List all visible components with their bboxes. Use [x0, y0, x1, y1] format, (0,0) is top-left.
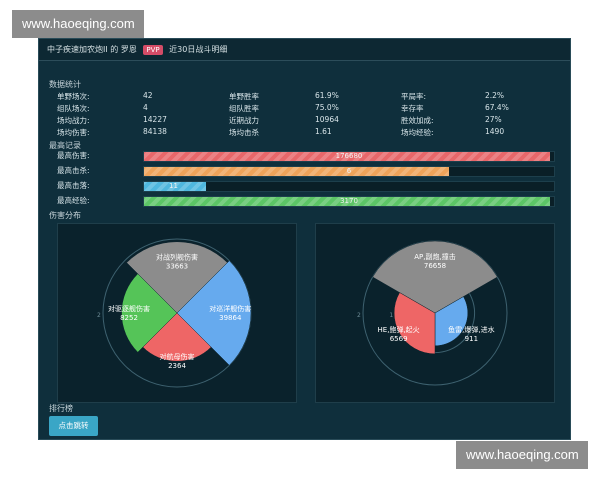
stat-value: 4 — [143, 103, 148, 112]
ranking-jump-button[interactable]: 点击跳转 — [49, 416, 98, 436]
damage-by-type-chart: 1 2 AP,副炮,撞击 76658 鱼雷,爆弹,进水 911 HE,鲍弹,起火 6569 — [315, 223, 555, 403]
record-bar-value: 6 — [346, 167, 352, 175]
stat-value: 2.2% — [485, 91, 505, 100]
stat-label: 胜效加成: — [401, 116, 434, 125]
damage-by-target-svg: 12对战列舰伤害33663对巡洋舰伤害39864对航母伤害2364对驱逐舰伤害8… — [97, 238, 252, 388]
record-bar-value: 11 — [169, 182, 178, 190]
stat-label: 幸存率 — [401, 104, 424, 113]
stats-row: 单野场次: 42 单野胜率 61.9% 平局率: 2.2% — [57, 91, 557, 103]
record-label: 最高击落: — [57, 181, 90, 190]
stat-value: 42 — [143, 91, 153, 100]
slice-value-label: 2364 — [168, 362, 186, 370]
stat-value: 61.9% — [315, 91, 339, 100]
panel-header: 中子疾速加农炮II 的 罗恩 PVP 近30日战斗明细 — [39, 39, 570, 61]
record-bar-track: 176680 — [143, 151, 555, 162]
stat-value: 10964 — [315, 115, 339, 124]
slice-value-label: 39864 — [219, 314, 242, 322]
ring-tick-label: 1 — [389, 312, 393, 319]
stats-row: 场均伤害: 84138 场均击杀 1.61 场均经验: 1490 — [57, 127, 557, 139]
stat-label: 场均伤害: — [57, 128, 90, 137]
rose-slice[interactable] — [372, 240, 498, 314]
stat-label: 单野胜率 — [229, 92, 259, 101]
player-name: 中子疾速加农炮II — [47, 45, 108, 54]
stat-value: 67.4% — [485, 103, 509, 112]
period-label: 近30日战斗明细 — [169, 45, 228, 54]
record-row-kills: 最高击杀: 6 — [57, 165, 557, 177]
hero-name: 罗恩 — [120, 45, 137, 54]
slice-name-label: HE,鲍弹,起火 — [378, 325, 420, 334]
record-row-shotdown: 最高击落: 11 — [57, 180, 557, 192]
slice-name-label: AP,副炮,撞击 — [414, 252, 455, 261]
record-bar-value: 3170 — [340, 197, 358, 205]
stat-label: 组队场次: — [57, 104, 90, 113]
stat-value: 14227 — [143, 115, 167, 124]
stat-label: 场均击杀 — [229, 128, 259, 137]
slice-name-label: 对巡洋舰伤害 — [209, 304, 251, 313]
record-label: 最高经验: — [57, 196, 90, 205]
record-label: 最高击杀: — [57, 166, 90, 175]
ring-tick-label: 2 — [97, 312, 101, 319]
watermark-bottom: www.haoeqing.com — [456, 441, 588, 469]
stat-value: 1.61 — [315, 127, 332, 136]
record-label: 最高伤害: — [57, 151, 90, 160]
stat-value: 1490 — [485, 127, 505, 136]
record-bar-track: 6 — [143, 166, 555, 177]
section-title-ranking: 排行榜 — [49, 404, 73, 413]
slice-name-label: 对驱逐舰伤害 — [108, 304, 150, 313]
record-bar-track: 11 — [143, 181, 555, 192]
stat-label: 平局率: — [401, 92, 427, 101]
slice-value-label: 6569 — [390, 335, 408, 343]
record-bar-track: 3170 — [143, 196, 555, 207]
section-title-stats: 数据统计 — [49, 80, 81, 89]
stat-label: 场均经验: — [401, 128, 434, 137]
stat-value: 75.0% — [315, 103, 339, 112]
section-title-damage: 伤害分布 — [49, 211, 81, 220]
ring-tick-label: 2 — [357, 312, 361, 319]
damage-by-type-svg: 1 2 AP,副炮,撞击76658 鱼雷,爆弹,进水911 HE,鲍弹,起火6569 — [357, 240, 508, 386]
slice-name-label: 对战列舰伤害 — [156, 253, 198, 262]
stat-label: 单野场次: — [57, 92, 90, 101]
slice-value-label: 76658 — [424, 262, 446, 270]
stat-label: 组队胜率 — [229, 104, 259, 113]
slice-name-label: 鱼雷,爆弹,进水 — [448, 325, 494, 334]
stats-table: 单野场次: 42 单野胜率 61.9% 平局率: 2.2% 组队场次: 4 组队… — [57, 91, 557, 139]
mode-badge: PVP — [143, 45, 163, 55]
stat-value: 27% — [485, 115, 502, 124]
record-row-damage: 最高伤害: 176680 — [57, 150, 557, 162]
record-bar-value: 176680 — [335, 152, 363, 160]
damage-by-target-chart: 12对战列舰伤害33663对巡洋舰伤害39864对航母伤害2364对驱逐舰伤害8… — [57, 223, 297, 403]
battle-detail-panel: 中子疾速加农炮II 的 罗恩 PVP 近30日战斗明细 数据统计 单野场次: 4… — [38, 38, 571, 440]
slice-value-label: 911 — [465, 335, 478, 343]
slice-value-label: 33663 — [166, 263, 188, 271]
slice-name-label: 对航母伤害 — [160, 352, 195, 361]
stat-label: 场均战力: — [57, 116, 90, 125]
stat-value: 84138 — [143, 127, 167, 136]
record-row-exp: 最高经验: 3170 — [57, 195, 557, 207]
stats-row: 场均战力: 14227 近期战力 10964 胜效加成: 27% — [57, 115, 557, 127]
header-connector: 的 — [110, 45, 119, 54]
slice-value-label: 8252 — [120, 314, 138, 322]
stat-label: 近期战力 — [229, 116, 259, 125]
watermark-top: www.haoeqing.com — [12, 10, 144, 38]
stats-row: 组队场次: 4 组队胜率 75.0% 幸存率 67.4% — [57, 103, 557, 115]
